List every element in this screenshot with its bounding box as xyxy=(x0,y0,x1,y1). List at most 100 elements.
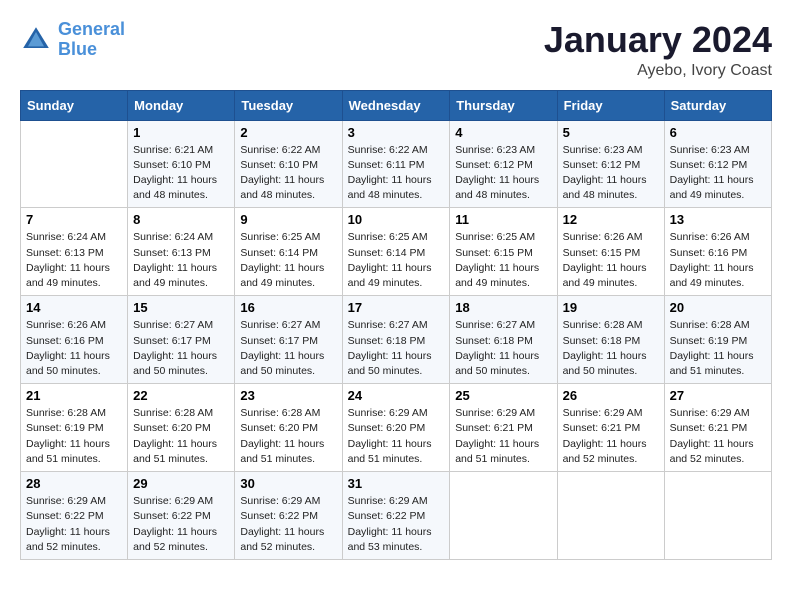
day-number: 24 xyxy=(348,388,445,403)
calendar-cell: 31 Sunrise: 6:29 AMSunset: 6:22 PMDayligh… xyxy=(342,472,450,560)
day-info: Sunrise: 6:29 AMSunset: 6:21 PMDaylight:… xyxy=(670,406,766,467)
day-info: Sunrise: 6:26 AMSunset: 6:16 PMDaylight:… xyxy=(670,230,766,291)
calendar-cell: 16Sunrise: 6:27 AMSunset: 6:17 PMDayligh… xyxy=(235,296,342,384)
calendar-cell: 15 Sunrise: 6:27 AMSunset: 6:17 PMDayligh… xyxy=(128,296,235,384)
logo: General Blue xyxy=(20,20,125,60)
calendar-day-header: Sunday xyxy=(21,90,128,120)
day-info: Sunrise: 6:28 AMSunset: 6:19 PMDaylight:… xyxy=(26,406,122,467)
day-number: 29 xyxy=(133,476,229,491)
title-block: January 2024 Ayebo, Ivory Coast xyxy=(544,20,772,80)
calendar-day-header: Tuesday xyxy=(235,90,342,120)
calendar-cell xyxy=(664,472,771,560)
day-number: 20 xyxy=(670,300,766,315)
calendar-cell: 28 Sunrise: 6:29 AMSunset: 6:22 PMDayligh… xyxy=(21,472,128,560)
calendar-cell: 29 Sunrise: 6:29 AMSunset: 6:22 PMDayligh… xyxy=(128,472,235,560)
calendar-cell: 6 Sunrise: 6:23 AMSunset: 6:12 PMDaylight… xyxy=(664,120,771,208)
calendar-table: SundayMondayTuesdayWednesdayThursdayFrid… xyxy=(20,90,772,560)
day-info: Sunrise: 6:26 AMSunset: 6:15 PMDaylight:… xyxy=(563,230,659,291)
calendar-week-row: 14Sunrise: 6:26 AMSunset: 6:16 PMDayligh… xyxy=(21,296,772,384)
calendar-cell: 21Sunrise: 6:28 AMSunset: 6:19 PMDayligh… xyxy=(21,384,128,472)
calendar-cell: 30 Sunrise: 6:29 AMSunset: 6:22 PMDayligh… xyxy=(235,472,342,560)
day-info: Sunrise: 6:27 AMSunset: 6:18 PMDaylight:… xyxy=(348,318,445,379)
calendar-cell: 19Sunrise: 6:28 AMSunset: 6:18 PMDayligh… xyxy=(557,296,664,384)
calendar-cell xyxy=(450,472,557,560)
day-number: 30 xyxy=(240,476,336,491)
day-info: Sunrise: 6:25 AMSunset: 6:15 PMDaylight:… xyxy=(455,230,551,291)
day-number: 28 xyxy=(26,476,122,491)
calendar-cell: 11 Sunrise: 6:25 AMSunset: 6:15 PMDayligh… xyxy=(450,208,557,296)
location-subtitle: Ayebo, Ivory Coast xyxy=(544,62,772,80)
day-number: 26 xyxy=(563,388,659,403)
calendar-cell: 24Sunrise: 6:29 AMSunset: 6:20 PMDayligh… xyxy=(342,384,450,472)
day-info: Sunrise: 6:22 AMSunset: 6:11 PMDaylight:… xyxy=(348,143,445,204)
day-info: Sunrise: 6:28 AMSunset: 6:19 PMDaylight:… xyxy=(670,318,766,379)
day-number: 7 xyxy=(26,212,122,227)
day-info: Sunrise: 6:29 AMSunset: 6:22 PMDaylight:… xyxy=(26,494,122,555)
calendar-cell: 23 Sunrise: 6:28 AMSunset: 6:20 PMDayligh… xyxy=(235,384,342,472)
day-number: 13 xyxy=(670,212,766,227)
day-info: Sunrise: 6:24 AMSunset: 6:13 PMDaylight:… xyxy=(26,230,122,291)
calendar-cell: 18Sunrise: 6:27 AMSunset: 6:18 PMDayligh… xyxy=(450,296,557,384)
calendar-day-header: Monday xyxy=(128,90,235,120)
day-info: Sunrise: 6:23 AMSunset: 6:12 PMDaylight:… xyxy=(670,143,766,204)
day-info: Sunrise: 6:29 AMSunset: 6:21 PMDaylight:… xyxy=(563,406,659,467)
calendar-cell: 14Sunrise: 6:26 AMSunset: 6:16 PMDayligh… xyxy=(21,296,128,384)
day-info: Sunrise: 6:28 AMSunset: 6:20 PMDaylight:… xyxy=(133,406,229,467)
calendar-cell: 2Sunrise: 6:22 AMSunset: 6:10 PMDaylight… xyxy=(235,120,342,208)
calendar-cell: 4 Sunrise: 6:23 AMSunset: 6:12 PMDaylight… xyxy=(450,120,557,208)
calendar-cell: 9Sunrise: 6:25 AMSunset: 6:14 PMDaylight… xyxy=(235,208,342,296)
day-number: 23 xyxy=(240,388,336,403)
day-info: Sunrise: 6:25 AMSunset: 6:14 PMDaylight:… xyxy=(240,230,336,291)
day-info: Sunrise: 6:27 AMSunset: 6:17 PMDaylight:… xyxy=(133,318,229,379)
day-number: 4 xyxy=(455,125,551,140)
day-info: Sunrise: 6:29 AMSunset: 6:21 PMDaylight:… xyxy=(455,406,551,467)
calendar-cell: 22 Sunrise: 6:28 AMSunset: 6:20 PMDayligh… xyxy=(128,384,235,472)
calendar-day-header: Thursday xyxy=(450,90,557,120)
day-number: 5 xyxy=(563,125,659,140)
day-info: Sunrise: 6:26 AMSunset: 6:16 PMDaylight:… xyxy=(26,318,122,379)
calendar-cell: 1Sunrise: 6:21 AMSunset: 6:10 PMDaylight… xyxy=(128,120,235,208)
day-info: Sunrise: 6:23 AMSunset: 6:12 PMDaylight:… xyxy=(455,143,551,204)
calendar-day-header: Friday xyxy=(557,90,664,120)
calendar-cell: 26 Sunrise: 6:29 AMSunset: 6:21 PMDayligh… xyxy=(557,384,664,472)
day-info: Sunrise: 6:29 AMSunset: 6:22 PMDaylight:… xyxy=(133,494,229,555)
day-number: 2 xyxy=(240,125,336,140)
calendar-cell: 10 Sunrise: 6:25 AMSunset: 6:14 PMDayligh… xyxy=(342,208,450,296)
calendar-cell: 5 Sunrise: 6:23 AMSunset: 6:12 PMDaylight… xyxy=(557,120,664,208)
calendar-cell xyxy=(557,472,664,560)
calendar-cell: 27Sunrise: 6:29 AMSunset: 6:21 PMDayligh… xyxy=(664,384,771,472)
day-number: 1 xyxy=(133,125,229,140)
day-number: 11 xyxy=(455,212,551,227)
day-number: 16 xyxy=(240,300,336,315)
calendar-cell: 25 Sunrise: 6:29 AMSunset: 6:21 PMDayligh… xyxy=(450,384,557,472)
logo-text: General Blue xyxy=(58,20,125,60)
calendar-cell: 8Sunrise: 6:24 AMSunset: 6:13 PMDaylight… xyxy=(128,208,235,296)
day-info: Sunrise: 6:27 AMSunset: 6:18 PMDaylight:… xyxy=(455,318,551,379)
calendar-week-row: 7 Sunrise: 6:24 AMSunset: 6:13 PMDaylight… xyxy=(21,208,772,296)
month-title: January 2024 xyxy=(544,20,772,60)
day-number: 15 xyxy=(133,300,229,315)
day-info: Sunrise: 6:23 AMSunset: 6:12 PMDaylight:… xyxy=(563,143,659,204)
calendar-cell: 3 Sunrise: 6:22 AMSunset: 6:11 PMDaylight… xyxy=(342,120,450,208)
day-number: 12 xyxy=(563,212,659,227)
logo-icon xyxy=(20,24,52,56)
day-number: 6 xyxy=(670,125,766,140)
day-number: 22 xyxy=(133,388,229,403)
day-number: 25 xyxy=(455,388,551,403)
day-info: Sunrise: 6:25 AMSunset: 6:14 PMDaylight:… xyxy=(348,230,445,291)
logo-blue: Blue xyxy=(58,39,97,59)
day-number: 10 xyxy=(348,212,445,227)
logo-general: General xyxy=(58,19,125,39)
page-header: General Blue January 2024 Ayebo, Ivory C… xyxy=(20,20,772,80)
day-number: 31 xyxy=(348,476,445,491)
day-number: 17 xyxy=(348,300,445,315)
calendar-week-row: 21Sunrise: 6:28 AMSunset: 6:19 PMDayligh… xyxy=(21,384,772,472)
day-number: 3 xyxy=(348,125,445,140)
day-info: Sunrise: 6:28 AMSunset: 6:20 PMDaylight:… xyxy=(240,406,336,467)
day-info: Sunrise: 6:29 AMSunset: 6:22 PMDaylight:… xyxy=(348,494,445,555)
calendar-day-header: Wednesday xyxy=(342,90,450,120)
day-info: Sunrise: 6:28 AMSunset: 6:18 PMDaylight:… xyxy=(563,318,659,379)
calendar-cell: 17 Sunrise: 6:27 AMSunset: 6:18 PMDayligh… xyxy=(342,296,450,384)
calendar-week-row: 28 Sunrise: 6:29 AMSunset: 6:22 PMDayligh… xyxy=(21,472,772,560)
day-info: Sunrise: 6:29 AMSunset: 6:22 PMDaylight:… xyxy=(240,494,336,555)
